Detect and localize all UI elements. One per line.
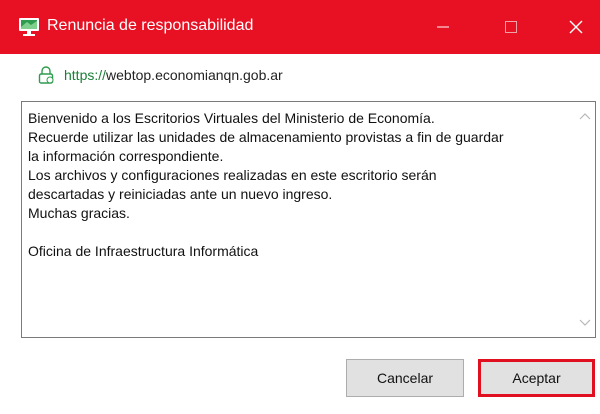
minimize-icon (437, 26, 449, 28)
url-scheme: https:// (64, 67, 107, 83)
close-icon (569, 20, 583, 34)
lock-icon (38, 66, 54, 84)
remote-desktop-icon (19, 18, 39, 36)
disclaimer-line: Recuerde utilizar las unidades de almace… (28, 129, 504, 145)
disclaimer-line: Muchas gracias. (28, 205, 130, 221)
disclaimer-line: descartadas y reiniciadas ante un nuevo … (28, 186, 333, 202)
window-title: Renuncia de responsabilidad (47, 17, 254, 34)
maximize-icon (505, 21, 517, 33)
address-row: https://webtop.economianqn.gob.ar (36, 64, 283, 86)
vertical-scrollbar[interactable] (576, 103, 594, 336)
title-bar[interactable]: Renuncia de responsabilidad (0, 0, 600, 54)
disclaimer-text: Bienvenido a los Escritorios Virtuales d… (28, 109, 569, 261)
maximize-button[interactable] (488, 0, 534, 54)
accept-button[interactable]: Aceptar (478, 359, 595, 397)
address-text: https://webtop.economianqn.gob.ar (64, 67, 283, 83)
cancel-button[interactable]: Cancelar (346, 359, 464, 397)
scroll-down-icon[interactable] (579, 319, 591, 327)
minimize-button[interactable] (420, 0, 466, 54)
disclaimer-textbox[interactable]: Bienvenido a los Escritorios Virtuales d… (21, 101, 596, 338)
url-host: webtop.economianqn.gob.ar (106, 67, 283, 83)
disclaimer-line: la información correspondiente. (28, 148, 224, 164)
close-button[interactable] (553, 0, 599, 54)
disclaimer-line: Bienvenido a los Escritorios Virtuales d… (28, 110, 435, 126)
disclaimer-line: Oficina de Infraestructura Informática (28, 243, 259, 259)
disclaimer-line (28, 223, 569, 242)
disclaimer-line: Los archivos y configuraciones realizada… (28, 167, 437, 183)
scroll-up-icon[interactable] (579, 112, 591, 120)
